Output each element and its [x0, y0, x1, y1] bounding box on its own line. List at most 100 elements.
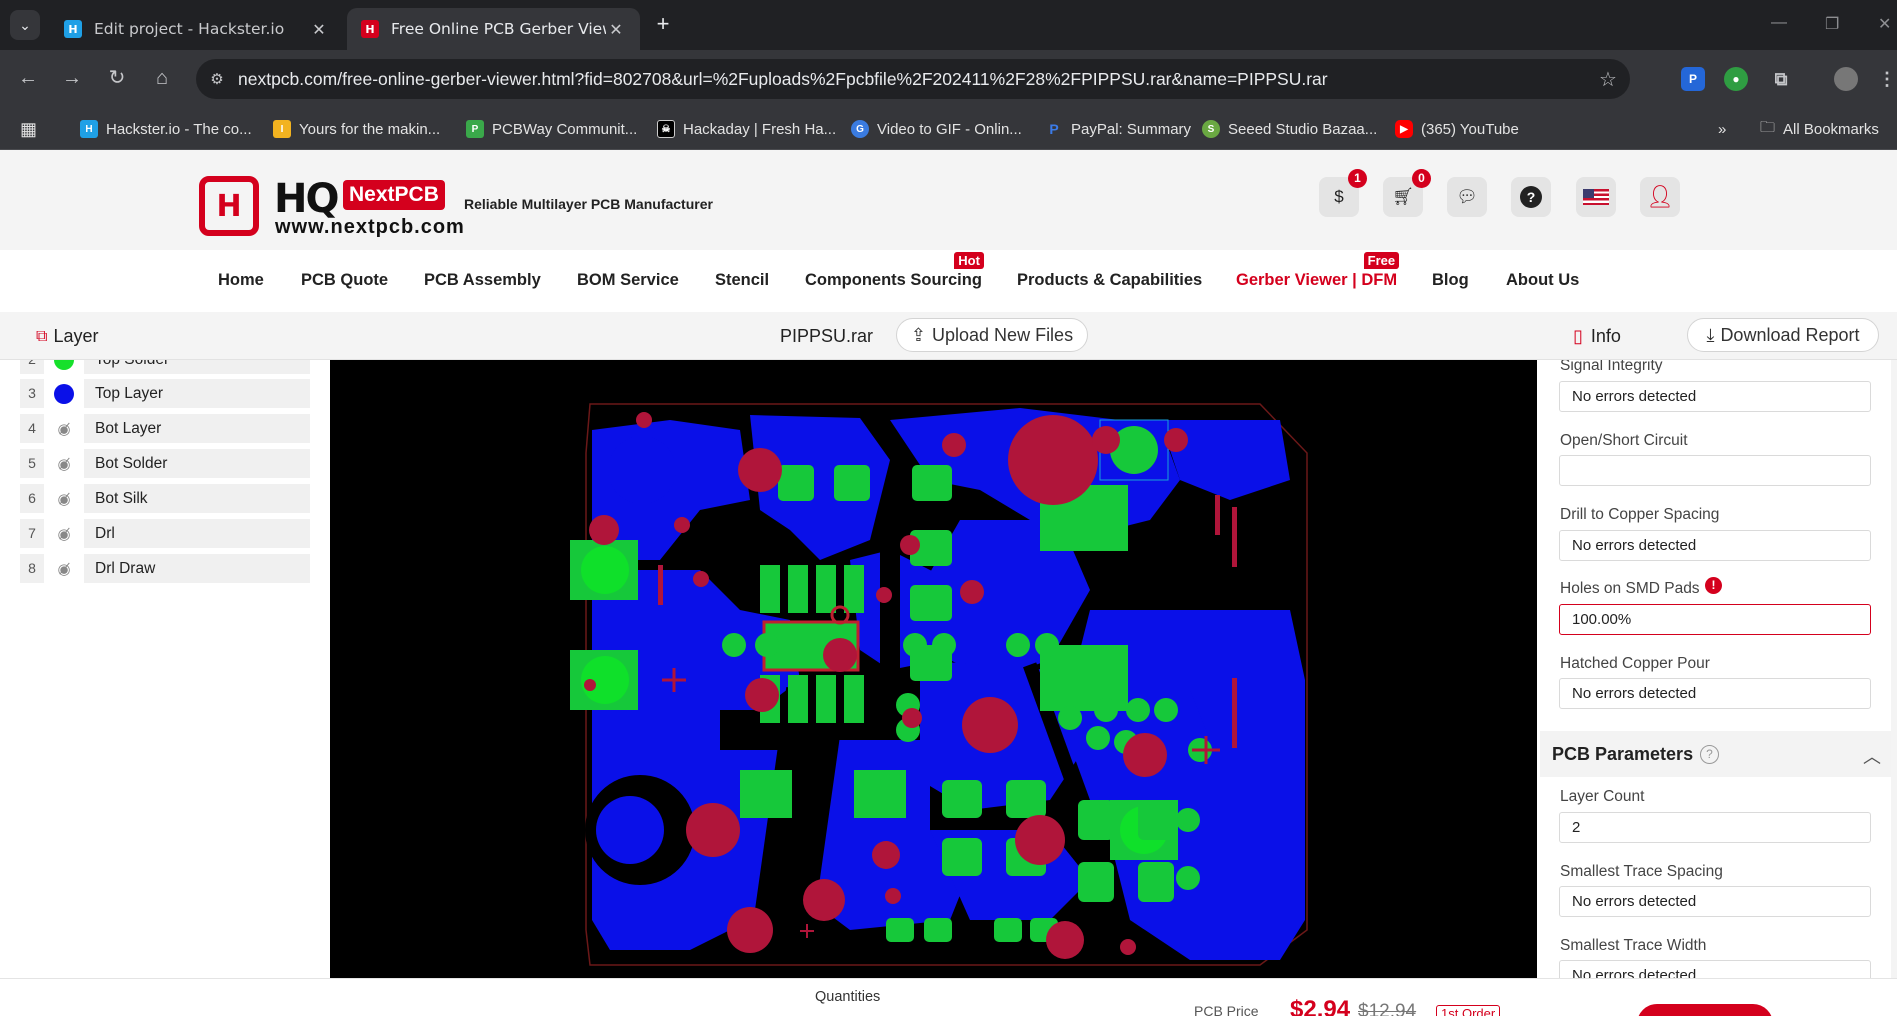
- layer-color-dot: [54, 383, 74, 404]
- nav-stencil[interactable]: Stencil: [715, 271, 769, 290]
- home-icon[interactable]: ⌂: [147, 63, 177, 93]
- layer-visibility-toggle[interactable]: ◉̸: [44, 414, 84, 443]
- signal-integrity-result: No errors detected: [1559, 381, 1871, 412]
- extension-icon[interactable]: P: [1681, 67, 1705, 91]
- bookmark-seeed[interactable]: S Seeed Studio Bazaa...: [1202, 118, 1377, 140]
- layer-row[interactable]: 2 Top Solder: [20, 360, 310, 374]
- menu-icon[interactable]: ⋮: [1878, 67, 1896, 91]
- order-bottom-bar: Quantities PCB Price $2.94 $12.94 1st Or…: [0, 978, 1897, 1016]
- back-icon[interactable]: ←: [13, 63, 43, 93]
- layer-name: Bot Silk: [84, 484, 310, 513]
- download-report-button[interactable]: ⤓ Download Report: [1687, 318, 1879, 352]
- bookmark-star-icon[interactable]: ☆: [1586, 67, 1630, 92]
- url-text[interactable]: nextpcb.com/free-online-gerber-viewer.ht…: [238, 69, 1586, 90]
- nav-pcb-quote[interactable]: PCB Quote: [301, 271, 388, 290]
- close-icon[interactable]: ✕: [309, 20, 329, 39]
- upload-new-files-button[interactable]: ⇪ Upload New Files: [896, 318, 1088, 352]
- language-button[interactable]: [1576, 177, 1616, 217]
- reload-icon[interactable]: ↻: [102, 63, 132, 93]
- cart-button[interactable]: 🛒︎ 0: [1383, 169, 1431, 217]
- nav-components-sourcing[interactable]: Components Sourcing Hot: [805, 252, 984, 290]
- nav-home[interactable]: Home: [218, 271, 264, 290]
- tab-search-button[interactable]: ⌄: [10, 10, 40, 40]
- address-bar[interactable]: ⚙ nextpcb.com/free-online-gerber-viewer.…: [196, 59, 1630, 99]
- layer-visibility-toggle[interactable]: ◉̸: [44, 554, 84, 583]
- profile-avatar[interactable]: [1834, 67, 1858, 91]
- new-tab-button[interactable]: +: [650, 12, 676, 38]
- tab-gerber-viewer[interactable]: H Free Online PCB Gerber Viewer ✕: [347, 8, 640, 50]
- layer-visibility-toggle[interactable]: ◉̸: [44, 484, 84, 513]
- nav-gerber-viewer[interactable]: Gerber Viewer | DFM Free: [1236, 252, 1400, 290]
- folder-icon: 🗀: [1760, 118, 1776, 136]
- layer-visibility-toggle[interactable]: [44, 360, 84, 374]
- help-button[interactable]: ?: [1511, 177, 1551, 217]
- layer-name: Drl Draw: [84, 554, 310, 583]
- user-icon: 👤︎: [1646, 184, 1674, 209]
- coupon-button[interactable]: $ 1: [1319, 169, 1367, 217]
- help-icon[interactable]: ?: [1700, 745, 1719, 764]
- layer-row[interactable]: 5 ◉̸ Bot Solder: [20, 449, 310, 478]
- nav-blog[interactable]: Blog: [1432, 271, 1469, 290]
- layer-row[interactable]: 3 Top Layer: [20, 379, 310, 408]
- eye-hidden-icon: ◉̸: [57, 455, 71, 473]
- bookmark-label: PayPal: Summary: [1071, 120, 1192, 138]
- bookmark-hackster[interactable]: H Hackster.io - The co...: [80, 118, 252, 140]
- restore-icon[interactable]: ❐: [1825, 14, 1839, 34]
- layer-row[interactable]: 4 ◉̸ Bot Layer: [20, 414, 310, 443]
- extension-icon[interactable]: ●: [1724, 67, 1748, 91]
- tab-hackster[interactable]: H Edit project - Hackster.io ✕: [50, 8, 343, 50]
- chat-button[interactable]: 💬︎: [1447, 177, 1487, 217]
- chat-icon: 💬︎: [1456, 187, 1478, 206]
- layer-visibility-toggle[interactable]: ◉̸: [44, 449, 84, 478]
- info-title: Info: [1590, 326, 1621, 346]
- us-flag-icon: [1583, 189, 1609, 205]
- info-scrollbar[interactable]: [1891, 360, 1897, 978]
- close-window-icon[interactable]: ✕: [1878, 14, 1891, 34]
- logo-brand[interactable]: NextPCB: [343, 180, 445, 210]
- layer-visibility-toggle[interactable]: [44, 379, 84, 408]
- layer-row[interactable]: 7 ◉̸ Drl: [20, 519, 310, 548]
- layer-number: 5: [20, 449, 44, 478]
- all-bookmarks[interactable]: 🗀 All Bookmarks: [1760, 118, 1897, 140]
- bookmark-paypal[interactable]: P PayPal: Summary: [1045, 118, 1191, 140]
- close-icon[interactable]: ✕: [606, 20, 626, 39]
- apps-icon[interactable]: ▦: [20, 118, 37, 140]
- layer-row[interactable]: 6 ◉̸ Bot Silk: [20, 484, 310, 513]
- check-label: Signal Integrity: [1560, 360, 1663, 374]
- ezgif-icon: G: [851, 120, 869, 138]
- layer-row[interactable]: 8 ◉̸ Drl Draw: [20, 554, 310, 583]
- bookmark-youtube[interactable]: ▶ (365) YouTube: [1395, 118, 1519, 140]
- extensions-puzzle-icon[interactable]: ⧉: [1769, 67, 1793, 91]
- more-bookmarks-icon[interactable]: »: [1718, 118, 1726, 140]
- logo-url: www.nextpcb.com: [275, 216, 465, 238]
- bookmark-pcbway[interactable]: P PCBWay Communit...: [466, 118, 637, 140]
- bookmark-label: Seeed Studio Bazaa...: [1228, 120, 1378, 138]
- hackster-icon: H: [64, 20, 82, 38]
- pcb-board-render: [570, 403, 1308, 966]
- layer-visibility-toggle[interactable]: ◉̸: [44, 519, 84, 548]
- nav-about-us[interactable]: About Us: [1506, 271, 1579, 290]
- nav-bom-service[interactable]: BOM Service: [577, 271, 679, 290]
- order-button[interactable]: [1637, 1004, 1773, 1016]
- document-icon: ▯: [1573, 326, 1583, 346]
- bookmark-label: (365) YouTube: [1421, 120, 1519, 138]
- eye-hidden-icon: ◉̸: [57, 560, 71, 578]
- download-label: Download Report: [1720, 324, 1860, 345]
- browser-tab-bar: ⌄ H Edit project - Hackster.io ✕ H Free …: [0, 0, 1897, 50]
- nav-products-capabilities[interactable]: Products & Capabilities: [1017, 271, 1202, 290]
- pcb-render-canvas[interactable]: [330, 360, 1537, 978]
- pcb-parameters-header[interactable]: PCB Parameters ? ︿: [1540, 731, 1897, 777]
- nextpcb-logo-icon[interactable]: H: [199, 176, 259, 236]
- nav-pcb-assembly[interactable]: PCB Assembly: [424, 271, 541, 290]
- layer-color-dot: [54, 360, 74, 370]
- minimize-icon[interactable]: —: [1771, 14, 1787, 32]
- bookmark-hackaday[interactable]: ☠ Hackaday | Fresh Ha...: [657, 118, 836, 140]
- bookmark-ezgif[interactable]: G Video to GIF - Onlin...: [851, 118, 1022, 140]
- coupon-icon: $: [1334, 187, 1344, 206]
- site-info-icon[interactable]: ⚙: [196, 70, 238, 88]
- account-button[interactable]: 👤︎: [1640, 177, 1680, 217]
- chevron-up-icon[interactable]: ︿: [1863, 743, 1881, 769]
- bookmark-instructables[interactable]: I Yours for the makin...: [273, 118, 440, 140]
- layer-name: Top Solder: [84, 360, 310, 374]
- forward-icon[interactable]: →: [57, 63, 87, 93]
